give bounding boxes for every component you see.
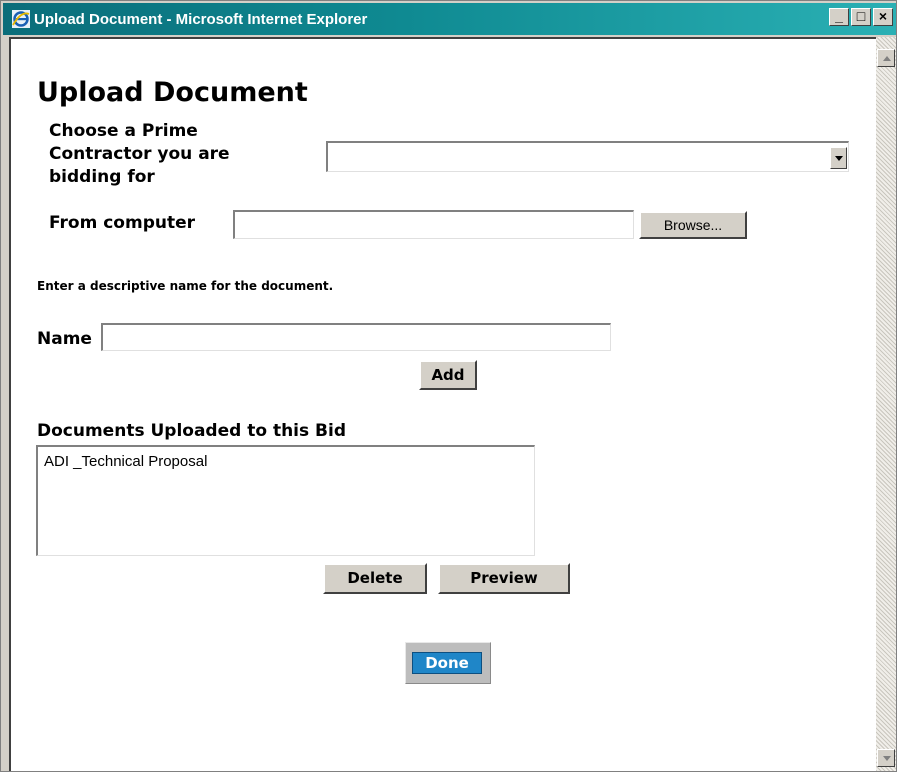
done-button-frame: Done: [405, 642, 491, 684]
from-computer-label: From computer: [49, 213, 196, 233]
document-name-input[interactable]: [101, 323, 611, 351]
done-button[interactable]: Done: [412, 652, 482, 674]
browser-window: Upload Document - Microsoft Internet Exp…: [0, 0, 897, 772]
page-title: Upload Document: [37, 77, 308, 108]
preview-button[interactable]: Preview: [438, 563, 570, 594]
description-hint: Enter a descriptive name for the documen…: [37, 279, 334, 293]
scroll-up-button[interactable]: [877, 49, 895, 67]
documents-heading: Documents Uploaded to this Bid: [37, 421, 346, 441]
prime-contractor-select[interactable]: [326, 141, 849, 172]
file-path-input[interactable]: [233, 210, 634, 239]
add-button[interactable]: Add: [419, 360, 477, 390]
list-item[interactable]: ADI _Technical Proposal: [44, 453, 207, 470]
minimize-icon: _: [835, 8, 843, 24]
minimize-button[interactable]: _: [829, 8, 849, 26]
scroll-down-button[interactable]: [877, 749, 895, 767]
close-icon: ×: [878, 8, 888, 24]
close-button[interactable]: ×: [873, 8, 893, 26]
arrow-down-icon: [883, 756, 891, 761]
name-label: Name: [37, 329, 92, 349]
window-title: Upload Document - Microsoft Internet Exp…: [34, 11, 368, 28]
maximize-button[interactable]: □: [851, 8, 871, 26]
maximize-icon: □: [856, 8, 866, 24]
internet-explorer-icon: [12, 10, 30, 28]
chevron-down-icon: [835, 156, 843, 161]
browse-button[interactable]: Browse...: [639, 211, 747, 239]
arrow-up-icon: [883, 56, 891, 61]
delete-button[interactable]: Delete: [323, 563, 427, 594]
uploaded-documents-list[interactable]: ADI _Technical Proposal: [36, 445, 535, 556]
vertical-scrollbar[interactable]: [876, 37, 896, 771]
prime-contractor-label: Choose a Prime Contractor you are biddin…: [49, 121, 230, 187]
dropdown-button[interactable]: [830, 147, 847, 169]
title-bar[interactable]: Upload Document - Microsoft Internet Exp…: [3, 3, 896, 35]
